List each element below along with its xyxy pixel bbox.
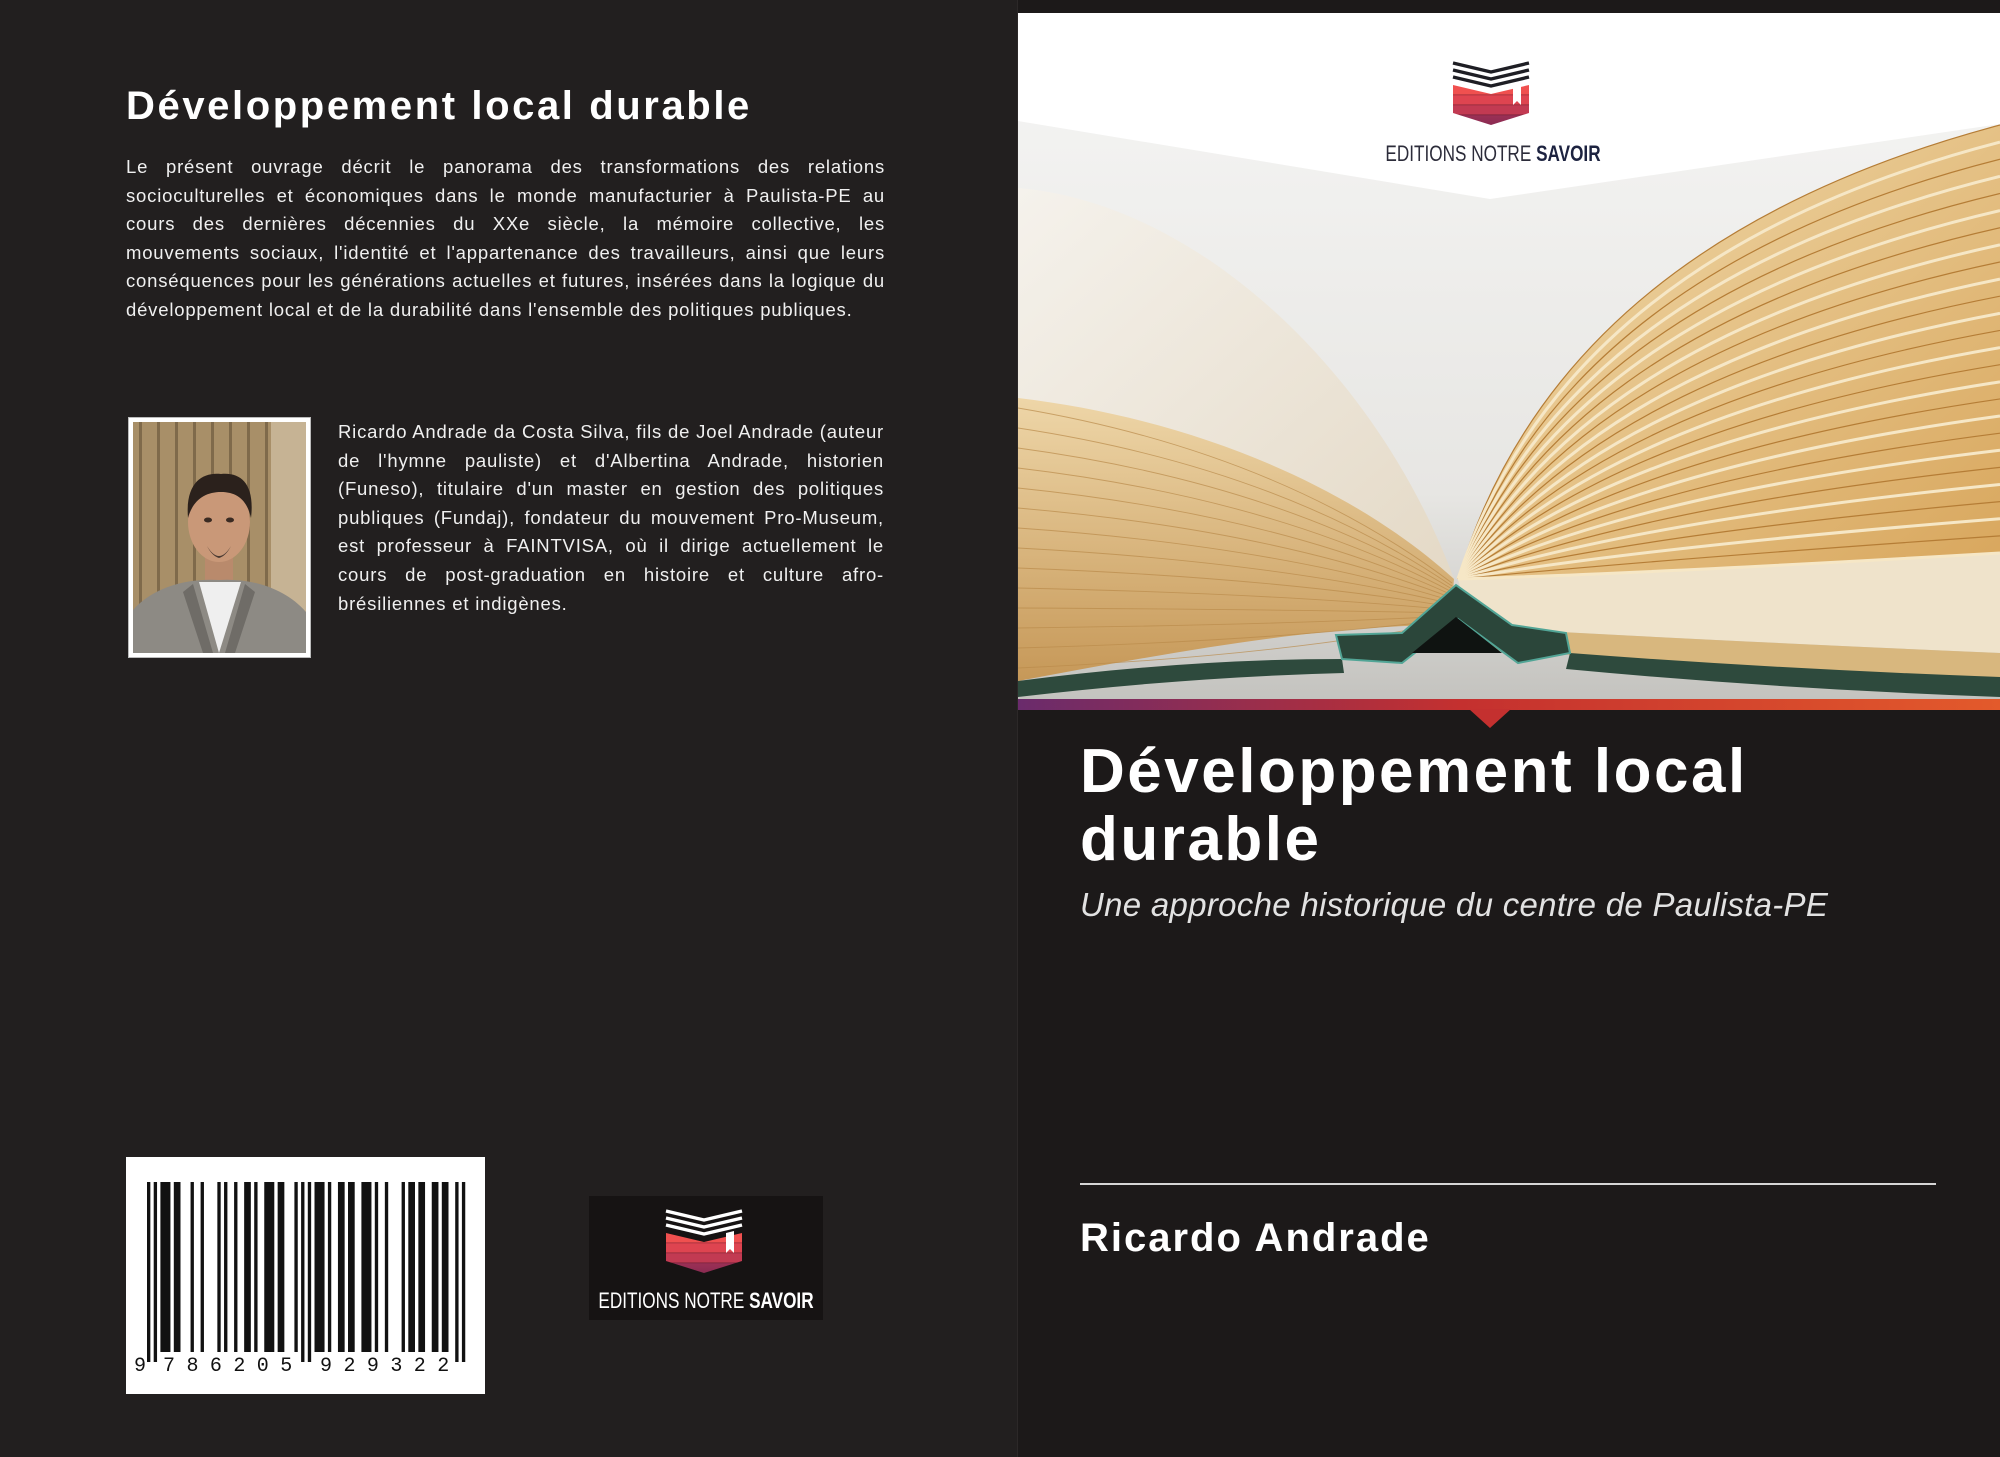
barcode-bar: [337, 1182, 345, 1352]
back-publisher-name: EDITIONS NOTRE SAVOIR: [589, 1287, 823, 1315]
book-summary: Le présent ouvrage décrit le panorama de…: [126, 156, 885, 320]
barcode-bar: [160, 1182, 171, 1352]
front-cover-subtitle: Une approche historique du centre de Pau…: [1080, 886, 1829, 923]
barcode-bar: [348, 1182, 355, 1352]
barcode-bar: [244, 1182, 251, 1352]
back-cover: Développement local durable Le présent o…: [0, 0, 1017, 1457]
barcode-bar: [408, 1182, 415, 1352]
barcode-bar: [401, 1182, 405, 1352]
barcode-bar: [441, 1182, 449, 1352]
barcode-left-digits: 786205: [163, 1355, 304, 1378]
barcode-bar: [234, 1182, 238, 1352]
barcode-bar: [153, 1182, 158, 1362]
front-publisher-name: EDITIONS NOTRE SAVOIR: [1376, 140, 1610, 168]
open-book-stack-icon: [1445, 57, 1537, 129]
right-eye: [226, 517, 234, 523]
isbn-barcode: 9 786205 929322: [126, 1157, 485, 1394]
barcode-bar: [361, 1182, 372, 1352]
barcode-bar: [314, 1182, 325, 1352]
publisher-name-light: EDITIONS NOTRE: [598, 1288, 745, 1313]
barcode-first-digit: 9: [134, 1355, 147, 1378]
barcode-bar: [307, 1182, 312, 1362]
barcode-right-digits: 929322: [320, 1355, 461, 1378]
author-portrait-image: [133, 422, 306, 653]
barcode-bar: [431, 1182, 439, 1352]
barcode-bar: [217, 1182, 221, 1352]
barcode-bar: [277, 1182, 285, 1352]
barcode-bar: [264, 1182, 275, 1352]
barcode-bar: [301, 1182, 305, 1362]
barcode-bar: [147, 1182, 151, 1362]
barcode-bar: [461, 1182, 466, 1362]
divider-line: [1080, 1183, 1936, 1185]
back-cover-title: Développement local durable: [126, 84, 752, 128]
barcode-bar: [254, 1182, 258, 1352]
author-bio: Ricardo Andrade da Costa Silva, fils de …: [338, 421, 884, 614]
barcode-bar: [200, 1182, 204, 1352]
barcode-bar: [455, 1182, 459, 1362]
author-photo: [129, 418, 310, 657]
publisher-name-light: EDITIONS NOTRE: [1385, 141, 1532, 166]
barcode-bar: [173, 1182, 181, 1352]
publisher-name-bold: SAVOIR: [749, 1288, 814, 1313]
author-name: Ricardo Andrade: [1080, 1216, 1431, 1260]
accent-notch: [1469, 709, 1511, 728]
barcode-bar: [294, 1182, 298, 1352]
barcode-bar: [384, 1182, 389, 1352]
barcode-bar: [418, 1182, 426, 1352]
publisher-name-bold: SAVOIR: [1536, 141, 1601, 166]
barcode-bar: [374, 1182, 379, 1352]
barcode-bar: [190, 1182, 194, 1352]
barcode-bar: [327, 1182, 332, 1352]
front-cover-title: Développement local durable: [1080, 737, 1748, 874]
barcode-bar: [224, 1182, 228, 1352]
left-eye: [204, 517, 212, 523]
open-book-stack-icon: [658, 1205, 750, 1277]
